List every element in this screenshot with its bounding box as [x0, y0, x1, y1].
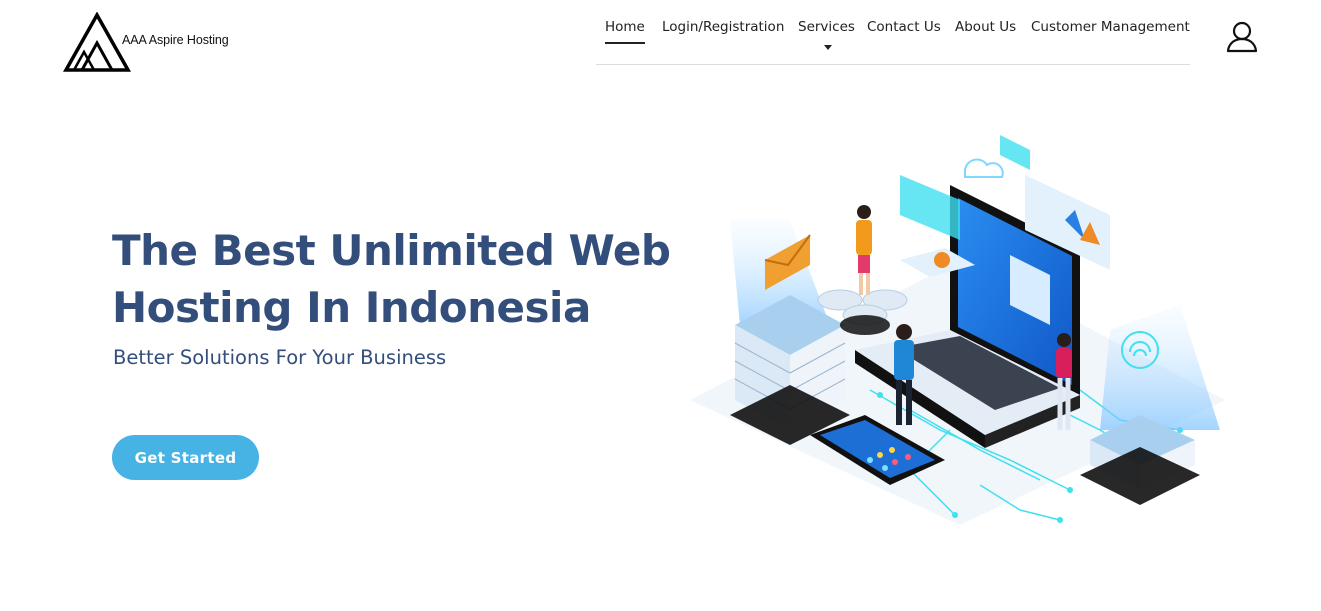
caret-down-icon[interactable]	[824, 45, 832, 50]
nav-home[interactable]: Home	[605, 19, 645, 44]
hero-subtitle: Better Solutions For Your Business	[113, 346, 447, 369]
brand-logo[interactable]: AAA Aspire Hosting	[62, 12, 237, 74]
account-button[interactable]	[1224, 20, 1260, 56]
hosting-illustration	[690, 135, 1225, 525]
brand-name: AAA Aspire Hosting	[122, 33, 229, 47]
get-started-button[interactable]: Get Started	[112, 435, 259, 480]
nav-contact-us[interactable]: Contact Us	[867, 19, 941, 35]
nav-about-us[interactable]: About Us	[955, 19, 1016, 35]
user-icon	[1226, 21, 1258, 53]
nav-login-registration[interactable]: Login/Registration	[662, 19, 784, 35]
nav-services[interactable]: Services	[798, 19, 855, 35]
nav-customer-management[interactable]: Customer Management	[1031, 19, 1190, 35]
hero-title: The Best Unlimited Web Hosting In Indone…	[112, 226, 671, 332]
